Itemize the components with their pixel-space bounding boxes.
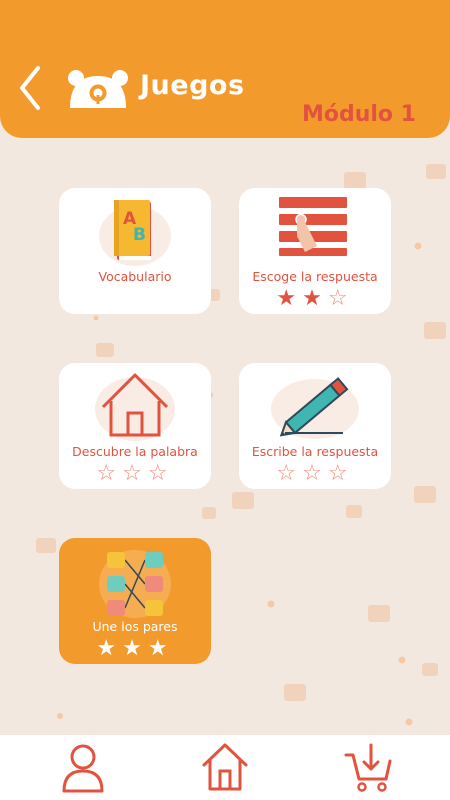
star-filled-icon: ★ [96,636,123,661]
star-filled-icon: ★ [122,636,148,661]
game-label: Escribe la respuesta [251,444,379,459]
module-label: Módulo 1 [301,102,416,127]
game-card-une-los-pares[interactable]: Une los pares ★★★ [59,538,211,664]
star-filled-icon: ★ [302,286,328,311]
game-card-escribe-la-respuesta[interactable]: Escribe la respuesta ☆☆☆ [239,363,391,489]
book-icon: A B [99,200,171,266]
chevron-left-icon[interactable] [14,64,48,112]
app-header: Juegos Módulo 1 [0,0,450,138]
star-empty-icon: ☆ [122,461,148,486]
game-label: Une los pares [92,619,178,634]
star-empty-icon: ☆ [276,461,303,486]
user-icon[interactable] [58,741,108,793]
star-rating: ☆☆☆ [239,462,391,486]
cart-download-icon[interactable] [344,741,394,793]
pencil-icon [271,377,359,439]
star-rating: ☆☆☆ [59,462,211,486]
game-label: Escoge la respuesta [252,269,378,284]
star-rating: ★★☆ [239,287,391,311]
star-empty-icon: ☆ [327,286,354,311]
page-title: Juegos [140,70,245,101]
star-rating: ★★★ [59,637,211,661]
game-card-descubre-la-palabra[interactable]: Descubre la palabra ☆☆☆ [59,363,211,489]
game-label: Vocabulario [98,269,172,284]
house-icon [95,373,175,441]
star-empty-icon: ☆ [302,461,328,486]
star-filled-icon: ★ [147,636,174,661]
star-empty-icon: ☆ [327,461,354,486]
bear-logo-icon [68,70,128,108]
star-filled-icon: ★ [276,286,303,311]
match-pairs-icon [99,550,171,618]
star-empty-icon: ☆ [96,461,123,486]
home-icon[interactable] [200,741,250,793]
svg-text:B: B [133,225,146,245]
game-card-escoge-la-respuesta[interactable]: Escoge la respuesta ★★☆ [239,188,391,314]
list-tap-icon [279,197,347,256]
game-card-vocabulario[interactable]: A B Vocabulario [59,188,211,314]
star-empty-icon: ☆ [147,461,174,486]
game-label: Descubre la palabra [72,444,198,459]
bottom-navigation [0,735,450,800]
